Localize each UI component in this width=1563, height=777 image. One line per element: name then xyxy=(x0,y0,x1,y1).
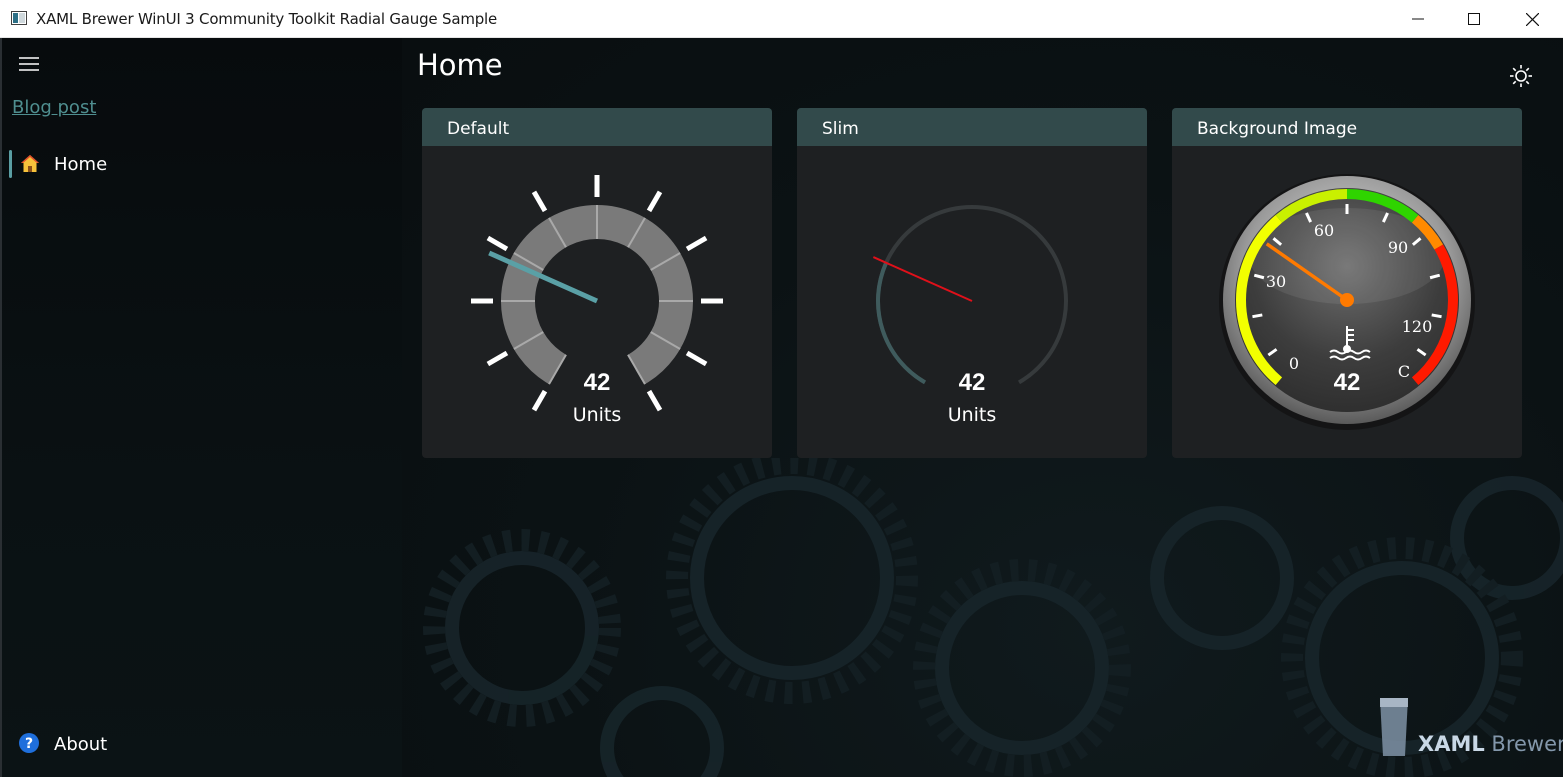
gauge-tick xyxy=(646,190,663,213)
nav-item-about[interactable]: ? About xyxy=(6,728,400,760)
title-bar: XAML Brewer WinUI 3 Community Toolkit Ra… xyxy=(0,0,1563,38)
page-title: Home xyxy=(417,48,503,82)
gauge-scale xyxy=(501,205,693,385)
scale-label-30: 30 xyxy=(1266,272,1286,291)
gauge-value: 42 xyxy=(958,369,986,396)
scale-label-0: 0 xyxy=(1289,354,1299,373)
close-icon xyxy=(1525,12,1539,26)
nav-item-label: About xyxy=(54,734,108,755)
gauge-value: 42 xyxy=(1334,369,1361,396)
card-header: Slim xyxy=(797,108,1147,146)
gauge-units: Units xyxy=(572,404,622,426)
minimize-icon xyxy=(1412,18,1424,20)
scale-label-c: C xyxy=(1398,362,1410,381)
hamburger-icon xyxy=(19,57,39,71)
radial-gauge-background-image[interactable]: 0 30 60 90 120 C 42 xyxy=(1172,146,1522,458)
svg-text:?: ? xyxy=(25,736,33,752)
gauge-tick xyxy=(486,235,509,252)
card-body: 42 Units xyxy=(797,146,1147,458)
home-icon xyxy=(21,155,39,172)
nav-item-home[interactable]: Home xyxy=(6,148,400,180)
glass-icon xyxy=(1380,698,1408,756)
maximize-icon xyxy=(1468,13,1480,25)
gauge-tick xyxy=(685,350,708,367)
gauge-scale xyxy=(876,205,1068,385)
gauge-card-slim: Slim 42 Units xyxy=(797,108,1147,458)
app-icon xyxy=(11,11,27,25)
gauge-card-background-image: Background Image 0 30 60 90 120 C 42 xyxy=(1172,108,1522,458)
brand-text: XAML Brewer xyxy=(1418,732,1563,756)
navigation-pane: Blog post Home ? About xyxy=(0,38,402,777)
gauge-trail xyxy=(876,261,927,385)
gauge-tick xyxy=(1431,313,1442,319)
gauge-units: Units xyxy=(947,404,997,426)
minimize-button[interactable] xyxy=(1389,0,1447,38)
brightness-icon[interactable] xyxy=(1508,63,1534,89)
blog-post-link[interactable]: Blog post xyxy=(12,97,96,118)
help-icon: ? xyxy=(19,733,39,753)
maximize-button[interactable] xyxy=(1445,0,1503,38)
scale-label-60: 60 xyxy=(1314,221,1334,240)
card-body: 42 Units xyxy=(422,146,772,458)
card-header: Default xyxy=(422,108,772,146)
xaml-brewer-logo: XAML Brewer xyxy=(1378,696,1563,760)
gauge-value: 42 xyxy=(583,369,611,396)
menu-toggle-button[interactable] xyxy=(10,48,48,80)
nav-item-label: Home xyxy=(54,154,108,175)
scale-label-120: 120 xyxy=(1402,317,1433,336)
window-title: XAML Brewer WinUI 3 Community Toolkit Ra… xyxy=(36,10,498,28)
gauge-tick xyxy=(486,350,509,367)
gauge-needle xyxy=(872,256,973,302)
card-body: 0 30 60 90 120 C 42 xyxy=(1172,146,1522,458)
gauge-card-default: Default 42 Units xyxy=(422,108,772,458)
gauge-tick xyxy=(685,235,708,252)
main-content: Home Default 42 Units Slim 42 Units Back… xyxy=(402,38,1563,777)
selection-indicator xyxy=(9,150,12,178)
gauge-tick xyxy=(531,190,548,213)
gauge-needle-hub xyxy=(1340,293,1354,307)
scale-label-90: 90 xyxy=(1388,238,1408,257)
close-button[interactable] xyxy=(1503,0,1561,38)
gauge-tick xyxy=(1252,313,1263,319)
card-header: Background Image xyxy=(1172,108,1522,146)
